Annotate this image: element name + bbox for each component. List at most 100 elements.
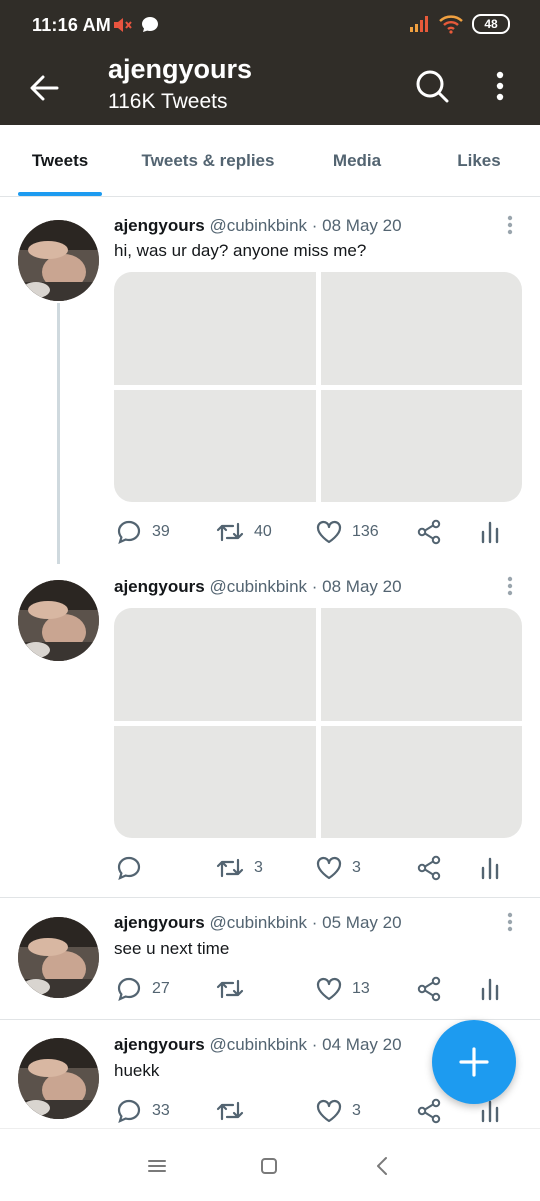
tweet-text: see u next time xyxy=(114,939,230,958)
share-button[interactable] xyxy=(416,1094,442,1128)
tweet-count: 116K Tweets xyxy=(108,90,228,113)
tweet-date: · 04 May 20 xyxy=(311,1035,402,1054)
tweet-actions: 27 13 xyxy=(114,972,514,1006)
avatar-photo xyxy=(18,1038,99,1119)
tweet-menu-button[interactable] xyxy=(500,574,520,598)
home-button[interactable] xyxy=(253,1151,285,1181)
avatar[interactable] xyxy=(18,917,99,998)
media-image[interactable] xyxy=(114,389,316,502)
author-name[interactable]: ajengyours xyxy=(114,577,205,596)
share-icon xyxy=(417,1098,441,1124)
avatar-photo xyxy=(18,580,99,661)
analytics-icon xyxy=(481,978,499,1001)
share-button[interactable] xyxy=(416,515,442,549)
compose-tweet-button[interactable] xyxy=(432,1020,516,1104)
analytics-button[interactable] xyxy=(480,515,500,549)
back-nav-button[interactable] xyxy=(366,1151,398,1181)
retweet-button[interactable] xyxy=(216,972,254,1006)
tweet-menu-button[interactable] xyxy=(500,910,520,934)
retweet-button[interactable] xyxy=(216,1094,254,1128)
author-handle: @cubinkbink xyxy=(209,1035,308,1054)
tweet-item[interactable]: ajengyours @cubinkbink · 08 May 20 3 3 xyxy=(0,564,540,897)
active-tab-indicator xyxy=(18,192,102,196)
tweet-date: · 08 May 20 xyxy=(311,216,402,235)
wifi-icon xyxy=(439,15,463,34)
analytics-button[interactable] xyxy=(480,972,500,1006)
tab-likes[interactable]: Likes xyxy=(418,125,540,196)
media-image[interactable] xyxy=(320,389,522,502)
heart-icon xyxy=(316,520,342,544)
avatar[interactable] xyxy=(18,580,99,661)
avatar-photo xyxy=(18,917,99,998)
square-icon xyxy=(261,1158,277,1174)
battery-indicator: 48 xyxy=(472,14,510,34)
reply-count: 39 xyxy=(152,523,170,540)
retweet-button[interactable]: 40 xyxy=(216,515,272,549)
status-time: 11:16 AM xyxy=(32,15,111,35)
analytics-button[interactable] xyxy=(480,851,500,885)
menu-icon xyxy=(148,1160,166,1172)
share-button[interactable] xyxy=(416,851,442,885)
media-grid[interactable] xyxy=(114,608,522,838)
tweet-text: huekk xyxy=(114,1061,160,1080)
mute-icon xyxy=(114,18,132,32)
tab-tweets-replies[interactable]: Tweets & replies xyxy=(120,125,296,196)
profile-tabs: Tweets Tweets & replies Media Likes xyxy=(0,125,540,197)
media-image[interactable] xyxy=(320,608,522,721)
heart-icon xyxy=(316,856,342,880)
reply-icon xyxy=(117,977,141,1001)
like-button[interactable]: 13 xyxy=(316,972,370,1006)
search-icon xyxy=(416,70,449,103)
like-button[interactable]: 136 xyxy=(316,515,379,549)
media-image[interactable] xyxy=(320,272,522,385)
media-grid[interactable] xyxy=(114,272,522,502)
like-button[interactable]: 3 xyxy=(316,1094,361,1128)
reply-button[interactable]: 27 xyxy=(116,972,170,1006)
author-name[interactable]: ajengyours xyxy=(114,913,205,932)
reply-icon xyxy=(117,856,141,880)
more-vertical-icon xyxy=(496,71,504,101)
more-vertical-icon xyxy=(507,215,513,235)
reply-icon xyxy=(117,520,141,544)
recent-apps-button[interactable] xyxy=(141,1151,173,1181)
back-button[interactable] xyxy=(24,68,64,108)
avatar-photo xyxy=(18,220,99,301)
author-name[interactable]: ajengyours xyxy=(114,216,205,235)
media-image[interactable] xyxy=(114,725,316,838)
retweet-button[interactable]: 3 xyxy=(216,851,263,885)
reply-button[interactable] xyxy=(116,851,152,885)
share-icon xyxy=(417,519,441,545)
heart-icon xyxy=(316,1099,342,1123)
like-count: 13 xyxy=(352,980,370,997)
media-image[interactable] xyxy=(114,608,316,721)
more-options-button[interactable] xyxy=(484,66,516,106)
reply-button[interactable]: 39 xyxy=(116,515,170,549)
chevron-left-icon xyxy=(377,1157,387,1175)
tab-tweets[interactable]: Tweets xyxy=(0,125,120,196)
tweet-text: hi, was ur day? anyone miss me? xyxy=(114,241,367,260)
reply-count: 27 xyxy=(152,980,170,997)
profile-name: ajengyours xyxy=(108,54,253,84)
tweet-menu-button[interactable] xyxy=(500,213,520,237)
avatar[interactable] xyxy=(18,1038,99,1119)
media-image[interactable] xyxy=(320,725,522,838)
avatar[interactable] xyxy=(18,220,99,301)
like-button[interactable]: 3 xyxy=(316,851,361,885)
media-image[interactable] xyxy=(114,272,316,385)
like-count: 3 xyxy=(352,859,361,876)
tweet-item[interactable]: ajengyours @cubinkbink · 05 May 20 see u… xyxy=(0,898,540,1019)
more-vertical-icon xyxy=(507,912,513,932)
analytics-icon xyxy=(481,857,499,880)
author-name[interactable]: ajengyours xyxy=(114,1035,205,1054)
analytics-icon xyxy=(481,521,499,544)
share-icon xyxy=(417,976,441,1002)
retweet-icon xyxy=(216,522,244,542)
share-button[interactable] xyxy=(416,972,442,1006)
author-handle: @cubinkbink xyxy=(209,913,308,932)
search-button[interactable] xyxy=(412,66,452,106)
tab-media[interactable]: Media xyxy=(296,125,418,196)
heart-icon xyxy=(316,977,342,1001)
tweet-item[interactable]: ajengyours @cubinkbink · 08 May 20 hi, w… xyxy=(0,203,540,573)
reply-button[interactable]: 33 xyxy=(116,1094,170,1128)
like-count: 136 xyxy=(352,523,379,540)
